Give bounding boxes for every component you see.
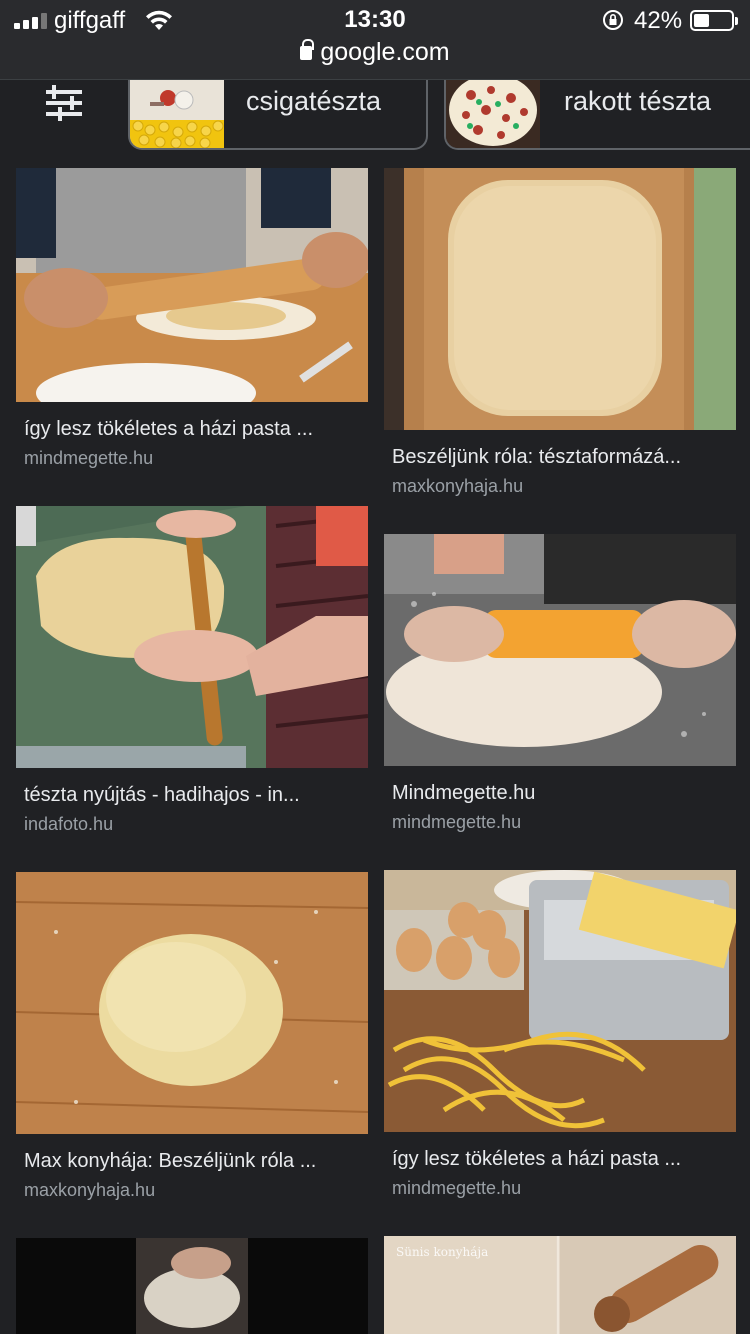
padlock-icon xyxy=(300,39,315,60)
result-card[interactable]: Sünis konyhája xyxy=(384,1236,736,1334)
result-image: Sünis konyhája xyxy=(384,1236,736,1334)
result-title: így lesz tökéletes a házi pasta ... xyxy=(24,418,314,440)
pasta-thumb xyxy=(130,80,224,148)
orientation-lock-icon xyxy=(603,10,623,30)
tune-filter-icon[interactable] xyxy=(44,84,84,122)
result-title: Max konyhája: Beszéljünk róla ... xyxy=(24,1150,317,1172)
chip-label: rakott tészta xyxy=(564,86,712,116)
chip-label: csigatészta xyxy=(246,86,382,116)
watermark-text: Sünis konyhája xyxy=(396,1245,488,1259)
result-image xyxy=(384,168,736,430)
battery-icon xyxy=(690,10,738,31)
result-title: Mindmegette.hu xyxy=(392,782,536,804)
result-source: indafoto.hu xyxy=(24,814,114,834)
result-card[interactable]: Beszéljünk róla: tésztaformázá... maxkon… xyxy=(384,168,736,508)
status-bar: giffgaff 13:30 42% xyxy=(0,0,750,40)
result-card[interactable] xyxy=(16,1238,368,1334)
result-title: tészta nyújtás - hadihajos - in... xyxy=(24,784,300,806)
result-card[interactable]: tészta nyújtás - hadihajos - in... indaf… xyxy=(16,506,368,836)
suggestion-chips: csigatészta rakott tészta xyxy=(0,80,750,158)
chip-rakott-teszta[interactable]: rakott tészta xyxy=(444,80,750,150)
result-card[interactable]: így lesz tökéletes a házi pasta ... mind… xyxy=(384,870,736,1200)
result-source: maxkonyhaja.hu xyxy=(24,1180,156,1200)
battery-percent: 42% xyxy=(634,7,683,34)
result-image xyxy=(16,1238,368,1334)
result-image xyxy=(16,168,368,402)
browser-top-bar: giffgaff 13:30 42% google.com xyxy=(0,0,750,80)
result-card[interactable]: Mindmegette.hu mindmegette.hu xyxy=(384,534,736,834)
result-source: maxkonyhaja.hu xyxy=(392,476,524,496)
result-source: mindmegette.hu xyxy=(24,448,154,468)
result-image xyxy=(384,870,736,1132)
result-image xyxy=(384,534,736,766)
url-text: google.com xyxy=(320,38,450,66)
result-image xyxy=(16,506,368,768)
result-title: Beszéljünk róla: tésztaformázá... xyxy=(392,446,682,468)
baked-pasta-thumb xyxy=(446,80,540,148)
result-card[interactable]: így lesz tökéletes a házi pasta ... mind… xyxy=(16,168,368,478)
chip-csigateszta[interactable]: csigatészta xyxy=(128,80,428,150)
result-image xyxy=(16,872,368,1134)
address-bar[interactable]: google.com xyxy=(0,38,750,67)
result-source: mindmegette.hu xyxy=(392,1178,522,1198)
result-title: így lesz tökéletes a házi pasta ... xyxy=(392,1148,682,1170)
result-card[interactable]: Max konyhája: Beszéljünk róla ... maxkon… xyxy=(16,872,368,1202)
result-source: mindmegette.hu xyxy=(392,812,522,832)
